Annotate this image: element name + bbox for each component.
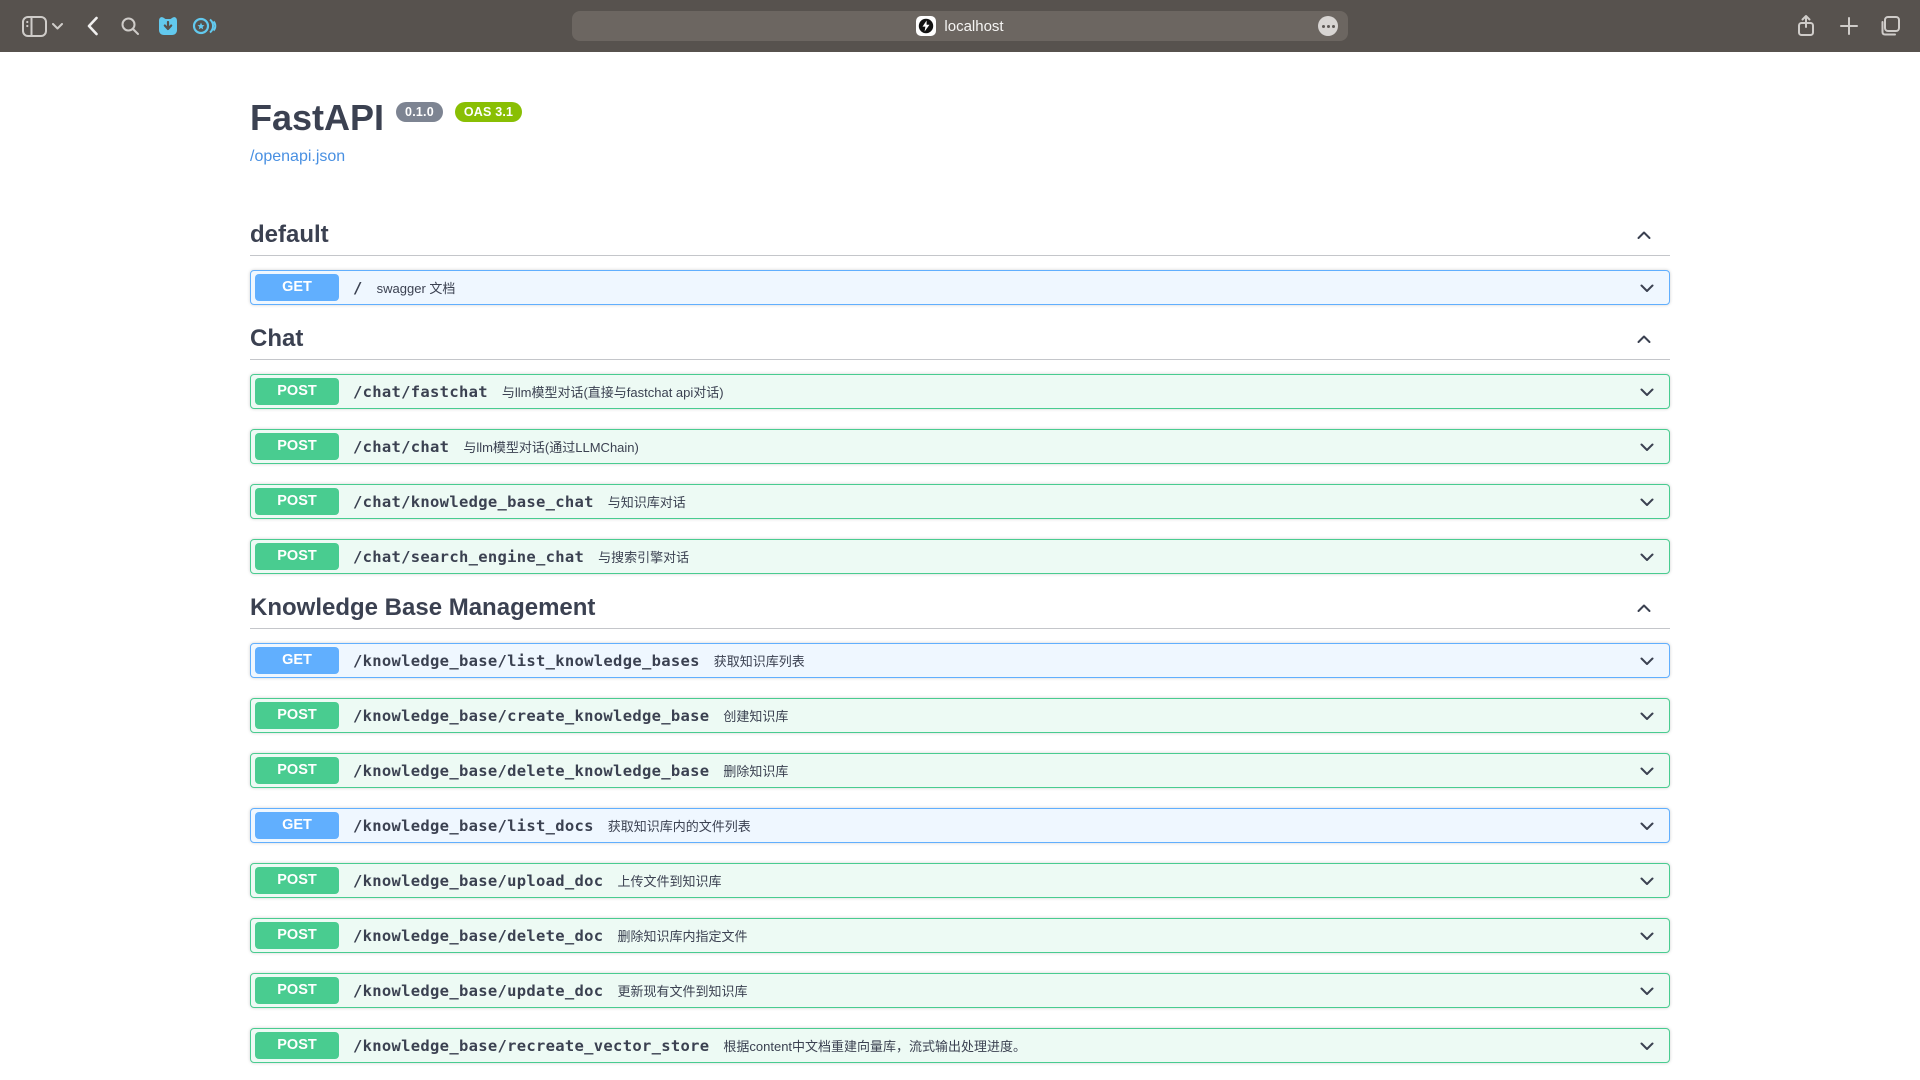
endpoint-description: 与搜索引擎对话 (598, 547, 689, 566)
fastapi-favicon-icon (916, 16, 936, 36)
endpoint-path: /knowledge_base/delete_knowledge_base (353, 762, 709, 780)
method-badge: GET (255, 274, 339, 301)
endpoint-row[interactable]: POST/chat/fastchat 与llm模型对话(直接与fastchat a… (250, 374, 1670, 409)
section-title: default (250, 221, 329, 249)
endpoint-description: 上传文件到知识库 (617, 871, 721, 890)
chevron-down-icon[interactable] (50, 0, 64, 52)
section-title: Knowledge Base Management (250, 594, 595, 622)
chevron-up-icon[interactable] (1634, 225, 1654, 245)
endpoint-path: /chat/chat (353, 438, 449, 456)
endpoint-row[interactable]: POST/chat/chat 与llm模型对话(通过LLMChain) (250, 429, 1670, 464)
section-header[interactable]: Chat (250, 325, 1670, 360)
chevron-down-icon[interactable] (1637, 871, 1657, 891)
chevron-up-icon[interactable] (1634, 598, 1654, 618)
browser-toolbar: localhost (0, 0, 1920, 52)
endpoint-path: /chat/fastchat (353, 383, 488, 401)
chevron-down-icon[interactable] (1637, 437, 1657, 457)
url-text: localhost (944, 18, 1003, 35)
endpoint-description: 与llm模型对话(通过LLMChain) (463, 437, 639, 456)
endpoint-path: /knowledge_base/list_docs (353, 817, 594, 835)
chevron-down-icon[interactable] (1637, 761, 1657, 781)
api-title: FastAPI (250, 98, 384, 138)
endpoint-path: /knowledge_base/list_knowledge_bases (353, 652, 700, 670)
share-icon[interactable] (1793, 0, 1819, 52)
endpoint-row[interactable]: POST/knowledge_base/update_doc 更新现有文件到知识库 (250, 973, 1670, 1008)
method-badge: POST (255, 702, 339, 729)
method-badge: POST (255, 488, 339, 515)
new-tab-icon[interactable] (1836, 0, 1862, 52)
chevron-down-icon[interactable] (1637, 926, 1657, 946)
endpoint-path: /knowledge_base/create_knowledge_base (353, 707, 709, 725)
sidebar-icon[interactable] (20, 0, 48, 52)
page-title: FastAPI 0.1.0 OAS 3.1 (250, 98, 1670, 138)
extension-shield-download-icon[interactable] (155, 0, 181, 52)
method-badge: POST (255, 433, 339, 460)
extension-broadcast-icon[interactable] (191, 0, 219, 52)
endpoint-description: 更新现有文件到知识库 (617, 981, 747, 1000)
endpoint-description: 删除知识库内指定文件 (617, 926, 747, 945)
chevron-down-icon[interactable] (1637, 382, 1657, 402)
chevron-down-icon[interactable] (1637, 816, 1657, 836)
chevron-down-icon[interactable] (1637, 492, 1657, 512)
endpoint-row[interactable]: POST/chat/search_engine_chat 与搜索引擎对话 (250, 539, 1670, 574)
endpoint-path: /knowledge_base/recreate_vector_store (353, 1037, 709, 1055)
endpoint-description: 创建知识库 (723, 706, 788, 725)
endpoint-description: 与llm模型对话(直接与fastchat api对话) (502, 382, 724, 401)
section-header[interactable]: default (250, 221, 1670, 256)
openapi-spec-link[interactable]: /openapi.json (250, 147, 345, 166)
endpoint-row[interactable]: GET / swagger 文档 (250, 270, 1670, 305)
search-icon[interactable] (118, 0, 142, 52)
api-section: Chat POST/chat/fastchat 与llm模型对话(直接与fastch… (250, 325, 1670, 574)
endpoint-description: 删除知识库 (723, 761, 788, 780)
chevron-down-icon[interactable] (1637, 651, 1657, 671)
endpoint-path: /knowledge_base/upload_doc (353, 872, 603, 890)
method-badge: POST (255, 977, 339, 1004)
endpoint-row[interactable]: GET/knowledge_base/list_knowledge_bases 获… (250, 643, 1670, 678)
method-badge: POST (255, 378, 339, 405)
api-sections: default GET / swagger 文档 Chat POST/chat/fastc… (250, 221, 1670, 1063)
endpoint-row[interactable]: POST/knowledge_base/delete_knowledge_bas… (250, 753, 1670, 788)
endpoint-row[interactable]: POST/knowledge_base/create_knowledge_bas… (250, 698, 1670, 733)
endpoint-description: 获取知识库内的文件列表 (608, 816, 751, 835)
method-badge: GET (255, 812, 339, 839)
swagger-page: FastAPI 0.1.0 OAS 3.1 /openapi.json defa… (250, 98, 1670, 1063)
tab-overview-icon[interactable] (1876, 0, 1904, 52)
api-section: Knowledge Base Management GET/knowledge_b… (250, 594, 1670, 1063)
chevron-down-icon[interactable] (1637, 981, 1657, 1001)
section-title: Chat (250, 325, 303, 353)
page-menu-ellipsis-icon[interactable] (1318, 16, 1338, 36)
version-badge: 0.1.0 (396, 102, 443, 122)
endpoint-description: swagger 文档 (377, 278, 456, 297)
chevron-down-icon[interactable] (1637, 1036, 1657, 1056)
section-header[interactable]: Knowledge Base Management (250, 594, 1670, 629)
method-badge: POST (255, 922, 339, 949)
endpoint-row[interactable]: POST/chat/knowledge_base_chat 与知识库对话 (250, 484, 1670, 519)
method-badge: POST (255, 757, 339, 784)
oas-badge: OAS 3.1 (455, 102, 522, 122)
endpoint-description: 与知识库对话 (608, 492, 686, 511)
method-badge: GET (255, 647, 339, 674)
chevron-down-icon[interactable] (1637, 278, 1657, 298)
endpoint-description: 获取知识库列表 (714, 651, 805, 670)
endpoint-path: / (353, 279, 363, 297)
back-icon[interactable] (83, 0, 101, 52)
chevron-down-icon[interactable] (1637, 706, 1657, 726)
endpoint-row[interactable]: POST/knowledge_base/delete_doc 删除知识库内指定文件 (250, 918, 1670, 953)
method-badge: POST (255, 543, 339, 570)
endpoint-path: /knowledge_base/delete_doc (353, 927, 603, 945)
method-badge: POST (255, 867, 339, 894)
endpoint-description: 根据content中文档重建向量库，流式输出处理进度。 (723, 1036, 1026, 1055)
endpoint-row[interactable]: GET/knowledge_base/list_docs 获取知识库内的文件列表 (250, 808, 1670, 843)
api-section: default GET / swagger 文档 (250, 221, 1670, 305)
endpoint-path: /chat/knowledge_base_chat (353, 493, 594, 511)
chevron-up-icon[interactable] (1634, 329, 1654, 349)
endpoint-row[interactable]: POST/knowledge_base/recreate_vector_stor… (250, 1028, 1670, 1063)
endpoint-path: /chat/search_engine_chat (353, 548, 584, 566)
endpoint-path: /knowledge_base/update_doc (353, 982, 603, 1000)
address-bar[interactable]: localhost (572, 11, 1348, 41)
method-badge: POST (255, 1032, 339, 1059)
chevron-down-icon[interactable] (1637, 547, 1657, 567)
endpoint-row[interactable]: POST/knowledge_base/upload_doc 上传文件到知识库 (250, 863, 1670, 898)
